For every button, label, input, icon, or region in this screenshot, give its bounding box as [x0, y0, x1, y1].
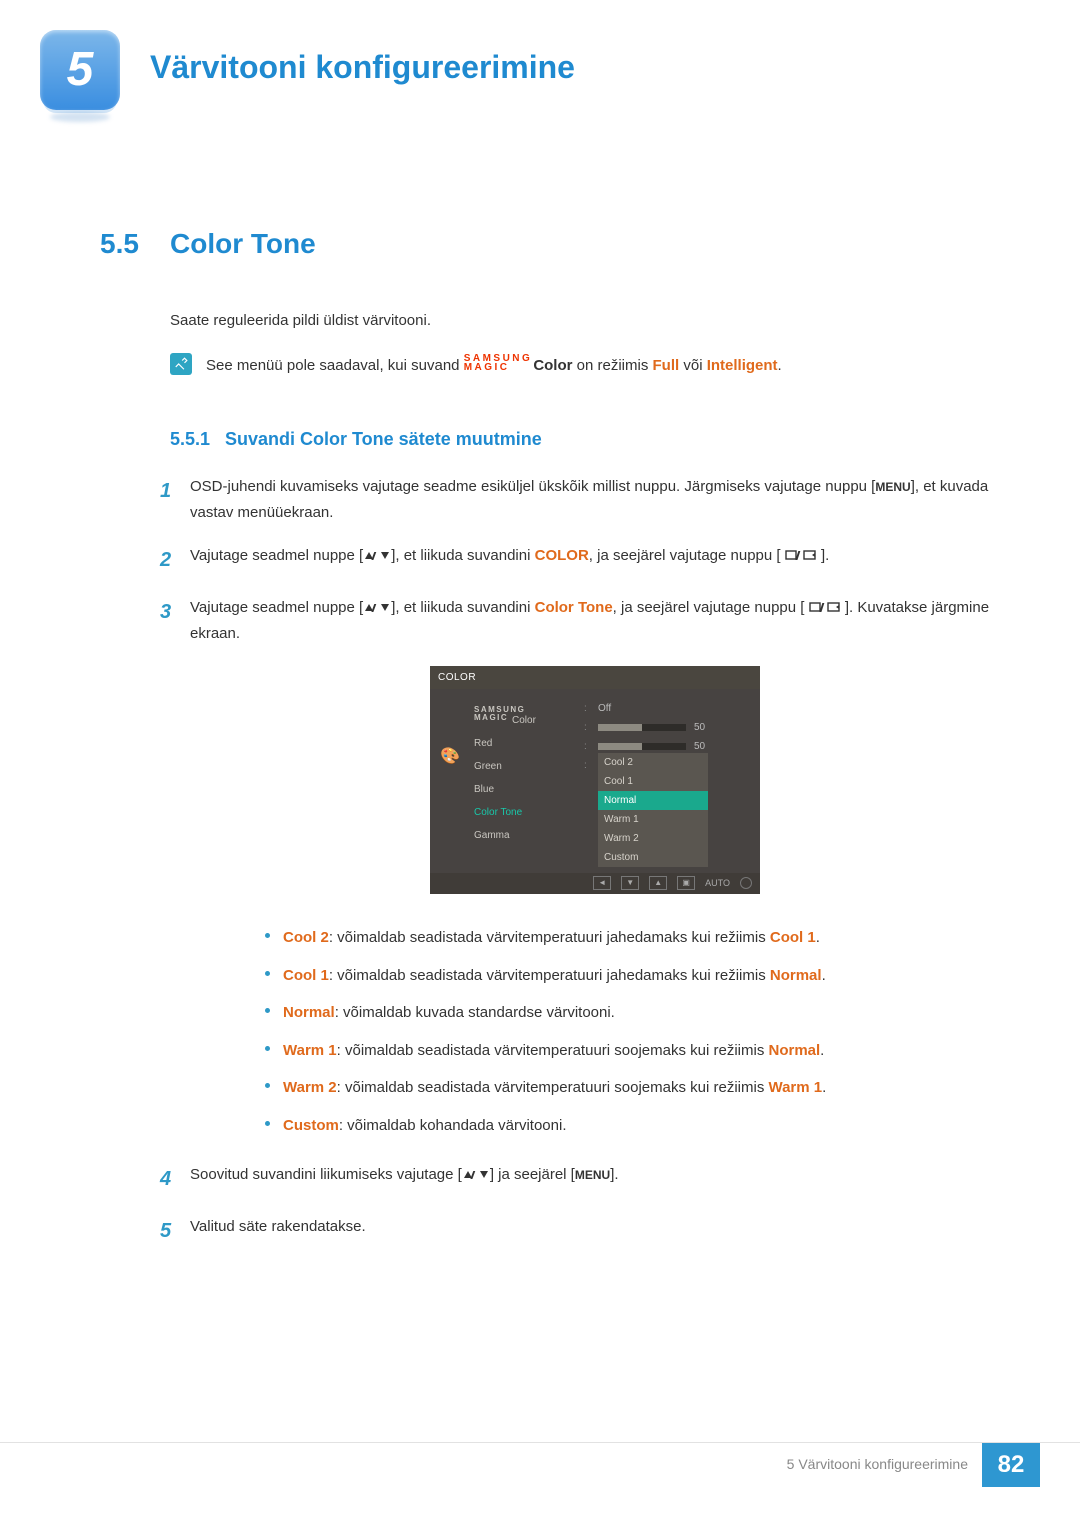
bullet-cool1: Cool 1: võimaldab seadistada värvitemper… [265, 957, 990, 995]
osd-nav-left-icon: ◄ [593, 876, 611, 890]
manual-page: 5 Värvitooni konfigureerimine 5.5 Color … [0, 0, 1080, 1527]
section-number: 5.5 [100, 220, 170, 268]
step-2: 2 Vajutage seadmel nuppe [ ], et liikuda… [160, 543, 1080, 577]
subsection-title: Suvandi Color Tone sätete muutmine [225, 424, 542, 455]
footer-page-number: 82 [982, 1443, 1040, 1487]
subsection-number: 5.5.1 [170, 424, 225, 455]
source-enter-icon [781, 547, 821, 564]
osd-power-icon [740, 877, 752, 889]
osd-screenshot: COLOR 🎨 SAMSUNGMAGIC Color Red Green [430, 666, 760, 894]
step2-target: COLOR [535, 547, 589, 564]
osd-slider-red [598, 724, 686, 731]
osd-slider-green [598, 743, 686, 750]
bullet-cool2: Cool 2: võimaldab seadistada värvitemper… [265, 919, 990, 957]
step-5: 5 Valitud säte rakendatakse. [160, 1214, 1080, 1248]
chapter-header: 5 Värvitooni konfigureerimine [0, 0, 1080, 110]
osd-nav-enter-icon: ▣ [677, 876, 695, 890]
up-down-icon [363, 595, 391, 621]
menu-button-label: MENU [575, 1168, 610, 1182]
note-block: See menüü pole saadaval, kui suvand SAMS… [170, 353, 1080, 379]
section-title: Color Tone [170, 220, 316, 268]
menu-button-label: MENU [875, 480, 910, 494]
step-1: 1 OSD-juhendi kuvamiseks vajutage seadme… [160, 474, 1080, 525]
note-prod: Color [533, 357, 572, 374]
section-heading: 5.5 Color Tone [100, 220, 1080, 268]
osd-auto-label: AUTO [705, 876, 730, 891]
note-or: või [683, 357, 706, 374]
bullet-normal: Normal: võimaldab kuvada standardse värv… [265, 994, 990, 1032]
bullet-custom: Custom: võimaldab kohandada värvitooni. [265, 1107, 990, 1145]
note-text: See menüü pole saadaval, kui suvand SAMS… [206, 353, 782, 379]
osd-item-blue: Blue [474, 778, 584, 801]
palette-icon: 🎨 [440, 743, 460, 763]
osd-off: Off [598, 700, 611, 717]
step-3: 3 Vajutage seadmel nuppe [ ], et liikuda… [160, 595, 1080, 909]
note-text-pre: See menüü pole saadaval, kui suvand [206, 357, 464, 374]
note-mode-full: Full [653, 357, 680, 374]
footer-chapter-label: 5 Värvitooni konfigureerimine [773, 1443, 982, 1487]
bullet-warm2: Warm 2: võimaldab seadistada värvitemper… [265, 1069, 990, 1107]
samsung-magic-logo: SAMSUNGMAGIC [464, 354, 533, 372]
osd-item-green: Green [474, 755, 584, 778]
osd-title: COLOR [430, 666, 760, 689]
chapter-number-badge: 5 [40, 30, 120, 110]
step-4: 4 Soovitud suvandini liikumiseks vajutag… [160, 1162, 1080, 1196]
up-down-icon [363, 543, 391, 569]
steps-list: 1 OSD-juhendi kuvamiseks vajutage seadme… [160, 474, 1080, 909]
osd-nav-down-icon: ▼ [621, 876, 639, 890]
osd-dropdown: Cool 2 Cool 1 Normal Warm 1 Warm 2 Custo… [598, 753, 708, 867]
option-descriptions: Cool 2: võimaldab seadistada värvitemper… [225, 919, 1080, 1144]
note-icon [170, 353, 192, 375]
osd-nav-bar: ◄ ▼ ▲ ▣ AUTO [430, 873, 760, 894]
subsection-heading: 5.5.1 Suvandi Color Tone sätete muutmine [170, 424, 1080, 455]
source-enter-icon [804, 599, 844, 616]
step3-target: Color Tone [535, 599, 613, 616]
page-footer: 5 Värvitooni konfigureerimine 82 [0, 1442, 1080, 1487]
osd-item-gamma: Gamma [474, 824, 584, 847]
note-mid: on režiimis [577, 357, 653, 374]
bullet-warm1: Warm 1: võimaldab seadistada värvitemper… [265, 1032, 990, 1070]
up-down-icon [462, 1162, 490, 1188]
osd-selected: Normal [598, 791, 708, 810]
osd-nav-up-icon: ▲ [649, 876, 667, 890]
note-mode-intelligent: Intelligent [707, 357, 778, 374]
osd-item-colortone: Color Tone [474, 801, 584, 824]
chapter-title: Värvitooni konfigureerimine [150, 40, 575, 94]
osd-menu: SAMSUNGMAGIC Color Red Green Blue Color … [474, 699, 584, 867]
osd-item-red: Red [474, 732, 584, 755]
section-intro: Saate reguleerida pildi üldist värvitoon… [170, 308, 1080, 334]
